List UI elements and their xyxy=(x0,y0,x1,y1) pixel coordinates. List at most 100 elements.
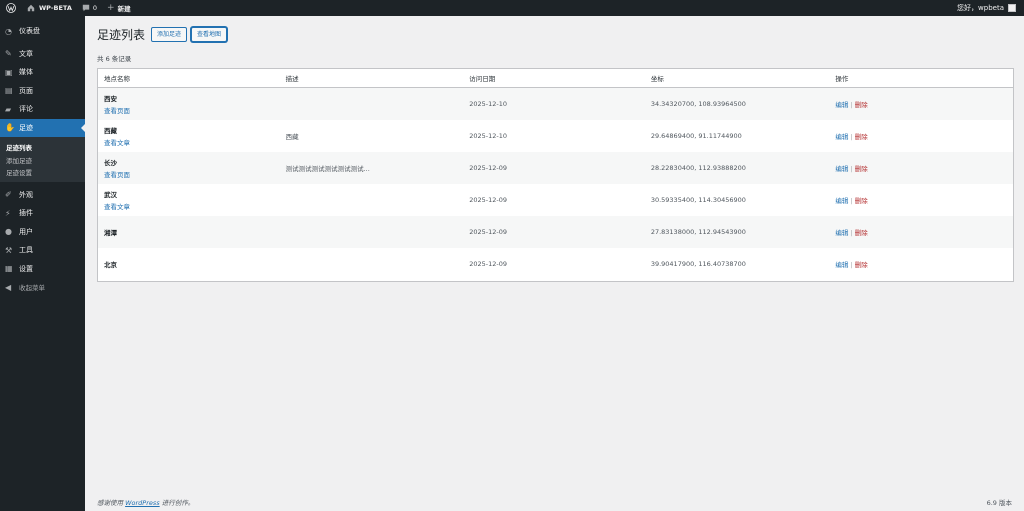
submenu-add-footprint[interactable]: 添加足迹 xyxy=(0,153,85,166)
col-header-name: 地点名称 xyxy=(104,75,130,83)
coordinates: 34.34320700, 108.93964500 xyxy=(650,100,746,108)
col-header-date: 访问日期 xyxy=(469,75,496,83)
table-row: 西安查看页面 2025-12-10 34.34320700, 108.93964… xyxy=(98,88,1013,120)
sidebar-item-media[interactable]: ▣ 媒体 xyxy=(0,63,85,82)
edit-link[interactable]: 编辑 xyxy=(835,229,848,237)
location-name: 西安 xyxy=(104,95,117,103)
sidebar-item-appearance[interactable]: ✐ 外观 xyxy=(0,186,85,205)
visit-date: 2025-12-10 xyxy=(469,100,507,108)
admin-bar: WP-BETA 0 + 新建 您好，wpbeta xyxy=(0,0,1024,16)
submenu-footprint-list[interactable]: 足迹列表 xyxy=(0,140,85,153)
delete-link[interactable]: 删除 xyxy=(855,197,868,205)
location-description: 西藏 xyxy=(285,133,299,141)
wordpress-link[interactable]: WordPress xyxy=(125,499,160,507)
sidebar-item-settings[interactable]: ▦ 设置 xyxy=(0,260,85,279)
location-name: 北京 xyxy=(104,261,117,269)
submenu-footprint-settings[interactable]: 足迹设置 xyxy=(0,165,85,178)
new-label: 新建 xyxy=(117,5,131,13)
view-map-button[interactable]: 查看地图 xyxy=(191,27,228,42)
location-name: 湘潭 xyxy=(104,229,117,237)
table-header: 地点名称 描述 访问日期 坐标 操作 xyxy=(98,69,1013,88)
plus-icon: + xyxy=(107,3,115,13)
visit-date: 2025-12-09 xyxy=(469,228,507,236)
view-link[interactable]: 查看页面 xyxy=(104,169,280,179)
delete-link[interactable]: 删除 xyxy=(855,261,868,269)
comments-count: 0 xyxy=(92,4,98,12)
greeting-text: 您好，wpbeta xyxy=(957,4,1004,12)
plugin-icon: ⚡ xyxy=(5,208,11,218)
collapse-menu-button[interactable]: ◀ 收起菜单 xyxy=(0,278,85,297)
location-name: 长沙 xyxy=(104,159,117,167)
table-row: 西藏 查看文章 西藏 2025-12-10 29.64869400, 91.117… xyxy=(104,127,868,147)
delete-link[interactable]: 删除 xyxy=(855,229,868,237)
home-icon xyxy=(27,4,35,12)
table-row: 北京 2025-12-09 39.90417900, 116.40738700 … xyxy=(104,260,868,269)
user-icon: ● xyxy=(5,227,12,237)
view-link[interactable]: 查看文章 xyxy=(104,137,280,147)
avatar xyxy=(1008,4,1016,12)
visit-date: 2025-12-10 xyxy=(469,132,507,140)
view-link[interactable]: 查看文章 xyxy=(104,201,280,211)
coordinates: 39.90417900, 116.40738700 xyxy=(650,260,746,268)
footer-version: 6.9 版本 xyxy=(986,499,1012,507)
pin-icon: ✎ xyxy=(5,49,12,59)
brush-icon: ✐ xyxy=(5,190,12,200)
record-count: 共 6 条记录 xyxy=(97,55,132,63)
wordpress-logo-icon[interactable] xyxy=(0,0,22,16)
col-header-actions: 操作 xyxy=(835,75,849,83)
page-header: 足迹列表 添加足迹 查看地图 xyxy=(97,26,231,43)
table-row: 湘潭 2025-12-09 27.83138000, 112.94543900 … xyxy=(98,216,1013,248)
sidebar-item-plugins[interactable]: ⚡ 插件 xyxy=(0,204,85,223)
view-link[interactable]: 查看页面 xyxy=(104,105,280,115)
delete-link[interactable]: 删除 xyxy=(855,101,868,109)
delete-link[interactable]: 删除 xyxy=(855,165,868,173)
settings-icon: ▦ xyxy=(5,264,13,274)
sidebar-item-pages[interactable]: ▤ 页面 xyxy=(0,82,85,101)
comment-bubble-icon xyxy=(82,4,90,12)
wrench-icon: ⚒ xyxy=(5,245,13,255)
sidebar-item-footprints[interactable]: ✋ 足迹 xyxy=(0,118,85,137)
sidebar-item-tools[interactable]: ⚒ 工具 xyxy=(0,241,85,260)
footprints-table: 地点名称 描述 访问日期 坐标 操作 西安查看页面 2025-12-10 34.… xyxy=(97,68,1014,282)
sidebar-item-users[interactable]: ● 用户 xyxy=(0,223,85,242)
page-icon: ▤ xyxy=(5,86,13,96)
add-footprint-button[interactable]: 添加足迹 xyxy=(151,27,188,42)
comments-link[interactable]: 0 xyxy=(77,0,102,16)
coordinates: 29.64869400, 91.11744900 xyxy=(650,132,742,140)
site-name-link[interactable]: WP-BETA xyxy=(22,0,77,16)
sidebar-item-posts[interactable]: ✎ 文章 xyxy=(0,45,85,64)
page-title: 足迹列表 xyxy=(97,28,146,42)
coordinates: 27.83138000, 112.94543900 xyxy=(650,228,746,236)
site-name: WP-BETA xyxy=(39,4,72,12)
edit-link[interactable]: 编辑 xyxy=(835,165,848,173)
edit-link[interactable]: 编辑 xyxy=(835,261,848,269)
footer-thanks: 感谢使用 WordPress 进行创作。 xyxy=(97,499,195,507)
admin-sidebar: ◔ 仪表盘 ✎ 文章 ▣ 媒体 ▤ 页面 ▰ 评论 ✋ 足迹 足迹列表 添加足迹… xyxy=(0,16,85,511)
media-icon: ▣ xyxy=(5,67,13,77)
delete-link[interactable]: 删除 xyxy=(855,133,868,141)
edit-link[interactable]: 编辑 xyxy=(835,133,848,141)
location-name: 武汉 xyxy=(104,191,117,199)
main-content: 足迹列表 添加足迹 查看地图 共 6 条记录 地点名称 描述 访问日期 坐标 操… xyxy=(85,16,1024,511)
new-content-link[interactable]: + 新建 xyxy=(102,0,136,16)
location-name: 西藏 xyxy=(104,127,117,135)
sidebar-item-comments[interactable]: ▰ 评论 xyxy=(0,100,85,119)
footprint-icon: ✋ xyxy=(5,123,15,133)
comment-icon: ▰ xyxy=(5,104,12,114)
dashboard-icon: ◔ xyxy=(5,26,12,36)
table-row: 武汉查看文章 2025-12-09 30.59335400, 114.30456… xyxy=(104,191,868,211)
account-menu[interactable]: 您好，wpbeta xyxy=(957,3,1024,13)
visit-date: 2025-12-09 xyxy=(469,164,507,172)
visit-date: 2025-12-09 xyxy=(469,260,507,268)
coordinates: 28.22830400, 112.93888200 xyxy=(650,164,746,172)
table-row: 长沙查看页面 测试测试测试测试测试测试... 2025-12-09 28.228… xyxy=(98,152,1013,184)
col-header-description: 描述 xyxy=(285,75,299,83)
visit-date: 2025-12-09 xyxy=(469,196,507,204)
collapse-icon: ◀ xyxy=(5,282,12,292)
coordinates: 30.59335400, 114.30456900 xyxy=(650,196,746,204)
location-description: 测试测试测试测试测试测试... xyxy=(285,165,370,173)
edit-link[interactable]: 编辑 xyxy=(835,101,848,109)
sidebar-item-dashboard[interactable]: ◔ 仪表盘 xyxy=(0,22,85,41)
col-header-coords: 坐标 xyxy=(650,75,664,83)
edit-link[interactable]: 编辑 xyxy=(835,197,848,205)
